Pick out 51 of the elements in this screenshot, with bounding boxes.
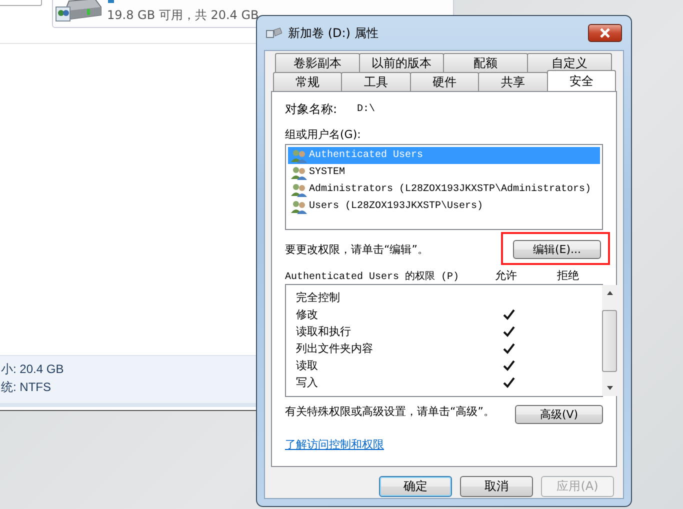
- user-list-item[interactable]: SYSTEM: [288, 164, 600, 181]
- scrollbar[interactable]: [602, 285, 617, 396]
- detail-text: 统: NTFS: [1, 379, 51, 396]
- permission-name: 列出文件夹内容: [296, 341, 374, 356]
- drive-icon: [266, 27, 282, 39]
- tab[interactable]: 以前的版本: [359, 53, 444, 72]
- tab[interactable]: 自定义: [527, 53, 612, 72]
- users-icon: [291, 166, 307, 180]
- groups-label: 组或用户名(G):: [285, 127, 362, 142]
- permissions-label: Authenticated Users 的权限 (P): [285, 272, 460, 283]
- users-icon: [291, 200, 307, 214]
- permission-name: 读取和执行: [296, 324, 352, 339]
- detail-text: 小: 20.4 GB: [1, 361, 64, 378]
- window-title: 新加卷 (D:) 属性: [288, 24, 378, 42]
- help-link[interactable]: 了解访问控制和权限: [285, 437, 384, 452]
- tab[interactable]: 安全: [546, 70, 616, 91]
- object-name-label: 对象名称:: [285, 100, 338, 118]
- close-button[interactable]: [588, 24, 622, 42]
- advanced-hint-text: 有关特殊权限或高级设置，请单击“高级”。: [285, 405, 496, 418]
- user-list-item[interactable]: Users (L28ZOX193JKXSTP\Users): [288, 198, 600, 215]
- column-header: 拒绝: [556, 268, 580, 283]
- object-name-value: D:\: [357, 104, 376, 114]
- hard-drive-icon: [55, 0, 103, 23]
- edit-button[interactable]: 编辑(E)...: [513, 240, 601, 258]
- tab[interactable]: 共享: [478, 72, 548, 91]
- checkmark-icon: [503, 326, 515, 337]
- tab[interactable]: 常规: [273, 72, 342, 91]
- permission-name: 写入: [296, 375, 319, 390]
- tab[interactable]: 卷影副本: [275, 53, 360, 72]
- advanced-button[interactable]: 高级(V): [515, 405, 603, 424]
- tab[interactable]: 硬件: [410, 72, 480, 91]
- user-list-item[interactable]: Administrators (L28ZOX193JKXSTP\Administrators): [288, 181, 600, 198]
- drive-usage-text: 19.8 GB 可用，共 20.4 GB: [107, 7, 259, 24]
- dialog-button[interactable]: 取消: [460, 476, 533, 497]
- users-icon: [291, 182, 307, 196]
- column-header: 允许: [494, 268, 518, 283]
- users-icon: [291, 148, 307, 162]
- checkmark-icon: [503, 360, 515, 371]
- close-icon: [599, 28, 611, 38]
- scroll-down-icon[interactable]: [606, 385, 614, 391]
- edit-hint-text: 要更改权限，请单击“编辑”。: [285, 242, 428, 256]
- dialog-button[interactable]: 确定: [379, 476, 452, 497]
- permission-name: 读取: [296, 358, 319, 373]
- permission-name: 完全控制: [296, 290, 341, 305]
- permission-name: 修改: [296, 307, 319, 322]
- checkmark-icon: [503, 309, 515, 320]
- checkmark-icon: [503, 377, 515, 388]
- tab[interactable]: 配额: [443, 53, 528, 72]
- tab[interactable]: 工具: [341, 72, 411, 91]
- checkmark-icon: [503, 343, 515, 354]
- scroll-up-icon[interactable]: [606, 290, 614, 296]
